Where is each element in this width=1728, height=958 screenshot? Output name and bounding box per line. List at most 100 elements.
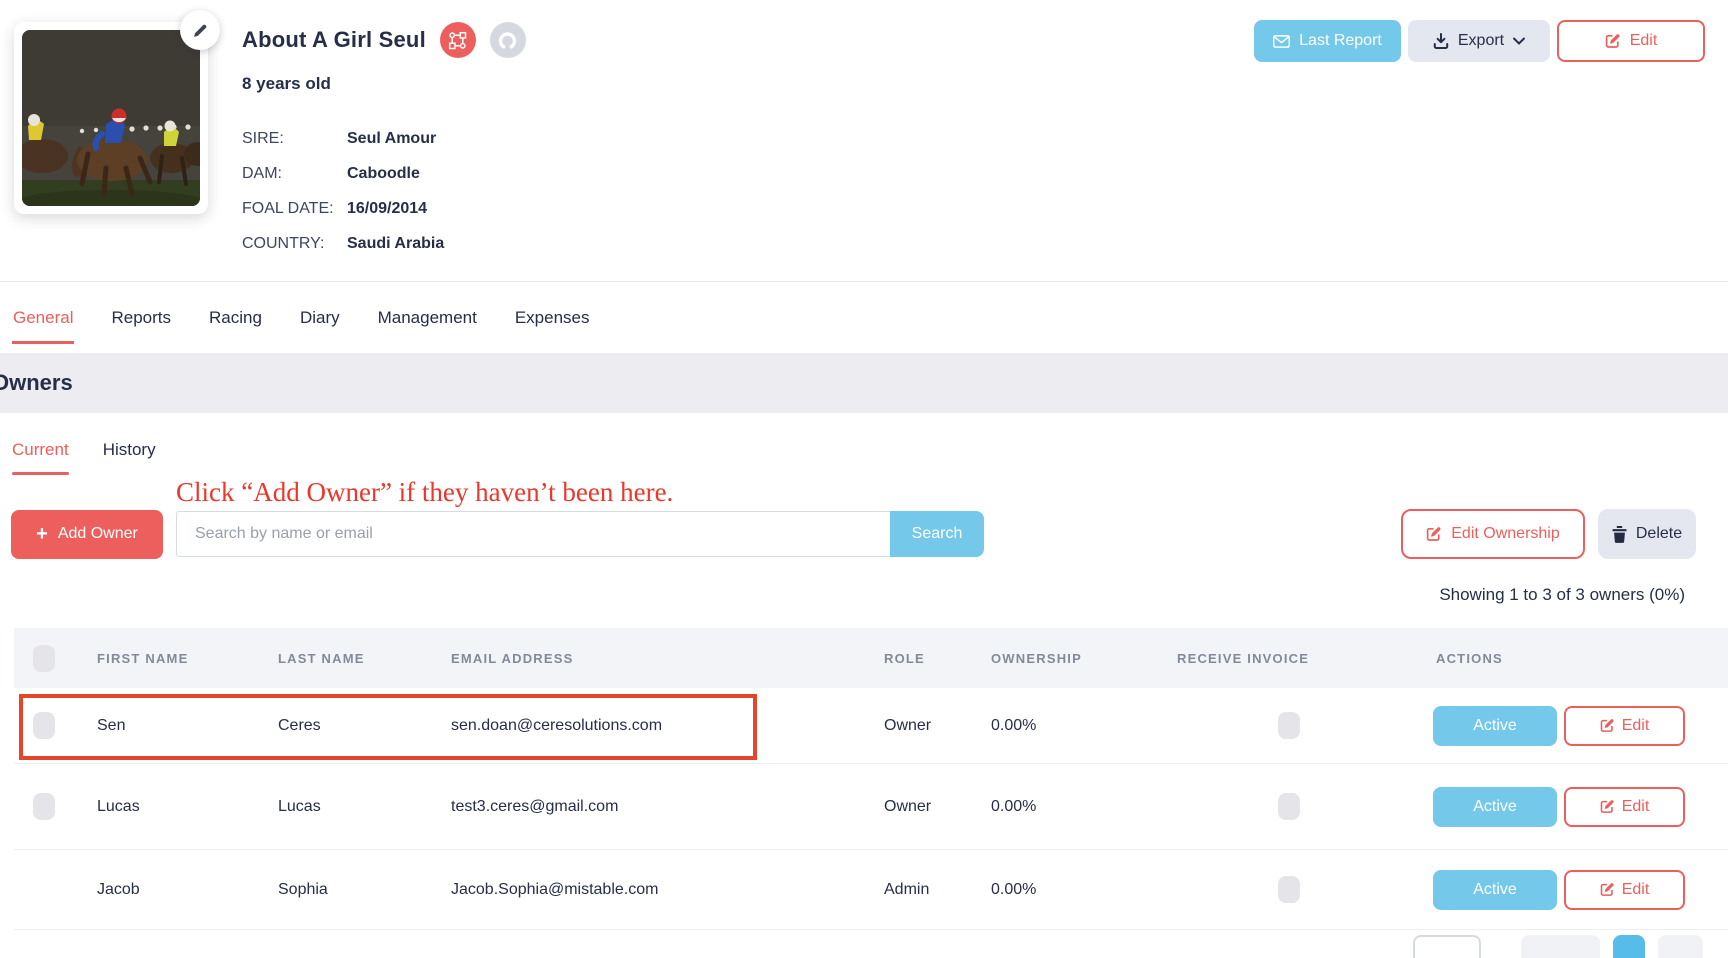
cell-first-name: Jacob: [97, 880, 140, 898]
edit-icon: [1600, 719, 1614, 732]
pencil-icon: [193, 24, 206, 37]
trash-icon: [1612, 525, 1627, 543]
pedigree-icon[interactable]: [439, 22, 476, 58]
detail-value-foal-date: 16/09/2014: [347, 199, 428, 217]
column-ownership: OWNERSHIP: [991, 650, 1082, 666]
detail-label-country: COUNTRY:: [242, 234, 325, 252]
column-last-name: LAST NAME: [278, 650, 365, 666]
cell-role: Owner: [884, 797, 932, 815]
last-report-button[interactable]: Last Report: [1254, 20, 1401, 62]
owners-table-header: FIRST NAME LAST NAME EMAIL ADDRESS ROLE …: [14, 628, 1728, 688]
horse-name: About A Girl Seul: [242, 27, 426, 52]
column-receive-invoice: RECEIVE INVOICE: [1177, 650, 1310, 666]
row-checkbox[interactable]: [33, 793, 55, 820]
owner-search-input[interactable]: [176, 511, 890, 557]
tab-reports[interactable]: Reports: [110, 294, 172, 342]
pagination-prev-button[interactable]: [1413, 935, 1481, 958]
edit-horse-button[interactable]: Edit: [1557, 20, 1705, 62]
owners-toolbar: + Add Owner Search Edit Ownership: [0, 509, 1728, 559]
receive-invoice-checkbox[interactable]: [1278, 876, 1300, 903]
detail-value-dam: Caboodle: [347, 164, 420, 182]
toolbar-right-actions: Edit Ownership Delete: [1401, 509, 1696, 559]
row-edit-button[interactable]: Edit: [1564, 786, 1685, 827]
horse-info: About A Girl Seul 8 years old SIRE: Seul…: [242, 22, 526, 261]
tab-diary[interactable]: Diary: [299, 294, 341, 342]
chevron-down-icon: [1513, 37, 1526, 45]
pagination: [0, 935, 1728, 958]
owners-section-title: Owners: [0, 370, 73, 395]
detail-label-foal-date: FOAL DATE:: [242, 199, 334, 217]
row-checkbox[interactable]: [33, 712, 55, 739]
download-icon: [1433, 33, 1449, 49]
main-tabbar: General Reports Racing Diary Management …: [0, 281, 1728, 353]
horse-age: 8 years old: [242, 74, 331, 93]
row-edit-button[interactable]: Edit: [1564, 869, 1685, 910]
horse-header: About A Girl Seul 8 years old SIRE: Seul…: [0, 0, 1728, 281]
column-email: EMAIL ADDRESS: [451, 650, 574, 666]
edit-icon: [1600, 800, 1614, 813]
add-owner-button[interactable]: + Add Owner: [11, 509, 163, 559]
status-active-button[interactable]: Active: [1433, 705, 1557, 746]
table-row-lucas-lucas: Lucas Lucas test3.ceres@gmail.com Owner …: [14, 764, 1728, 850]
delete-button[interactable]: Delete: [1598, 509, 1696, 559]
subtab-current[interactable]: Current: [12, 440, 69, 483]
horse-photo: [22, 30, 200, 206]
cell-last-name: Lucas: [278, 797, 321, 815]
annotation-note: Click “Add Owner” if they haven’t been h…: [176, 477, 674, 507]
envelope-icon: [1273, 34, 1291, 48]
cell-first-name: Lucas: [97, 797, 140, 815]
status-active-button[interactable]: Active: [1433, 786, 1557, 827]
column-role: ROLE: [884, 650, 925, 666]
photo-edit-button[interactable]: [180, 10, 220, 50]
showing-count-text: Showing 1 to 3 of 3 owners (0%): [1439, 585, 1685, 604]
edit-icon: [1605, 34, 1620, 48]
column-first-name: FIRST NAME: [97, 650, 189, 666]
select-all-checkbox[interactable]: [33, 644, 55, 672]
plus-icon: +: [36, 523, 48, 545]
tab-racing[interactable]: Racing: [208, 294, 263, 342]
cell-email: sen.doan@ceresolutions.com: [451, 716, 663, 734]
edit-icon: [1427, 527, 1441, 541]
cell-first-name: Sen: [97, 716, 126, 734]
cell-ownership: 0.00%: [991, 797, 1037, 815]
tab-management[interactable]: Management: [377, 294, 478, 342]
search-button[interactable]: Search: [890, 511, 984, 557]
status-active-button[interactable]: Active: [1433, 869, 1557, 910]
edit-icon: [1600, 883, 1614, 896]
cell-ownership: 0.00%: [991, 716, 1037, 734]
receive-invoice-checkbox[interactable]: [1278, 712, 1300, 739]
receive-invoice-checkbox[interactable]: [1278, 793, 1300, 820]
cell-email: test3.ceres@gmail.com: [451, 797, 619, 815]
row-edit-button[interactable]: Edit: [1564, 705, 1685, 746]
pagination-button[interactable]: [1521, 935, 1600, 958]
pagination-current-page-button[interactable]: [1613, 935, 1645, 958]
cell-role: Admin: [884, 880, 930, 898]
owner-search-group: Search: [176, 511, 984, 557]
export-button[interactable]: Export: [1408, 20, 1550, 62]
horseshoe-icon: [489, 22, 526, 58]
detail-value-sire: Seul Amour: [347, 129, 437, 147]
cell-last-name: Ceres: [278, 716, 321, 734]
subtab-history[interactable]: History: [103, 440, 156, 483]
horse-details: SIRE: Seul Amour DAM: Caboodle FOAL DATE: 1…: [242, 121, 526, 261]
detail-label-dam: DAM:: [242, 164, 282, 182]
column-actions: ACTIONS: [1436, 650, 1503, 666]
owners-section-band: Owners: [0, 353, 1728, 413]
table-row-jacob-sophia: Jacob Sophia Jacob.Sophia@mistable.com A…: [14, 850, 1728, 930]
owners-subtabs: Current History: [0, 413, 1728, 483]
table-row-sen-ceres: Sen Ceres sen.doan@ceresolutions.com Own…: [14, 688, 1728, 764]
cell-email: Jacob.Sophia@mistable.com: [451, 880, 659, 898]
cell-last-name: Sophia: [278, 880, 328, 898]
owners-table: FIRST NAME LAST NAME EMAIL ADDRESS ROLE …: [14, 628, 1728, 930]
detail-value-country: Saudi Arabia: [347, 234, 445, 252]
horse-photo-card: [14, 10, 220, 214]
edit-ownership-button[interactable]: Edit Ownership: [1401, 509, 1585, 559]
tab-expenses[interactable]: Expenses: [514, 294, 591, 342]
horse-profile-page: About A Girl Seul 8 years old SIRE: Seul…: [0, 0, 1728, 958]
header-actions: Last Report Export Edit: [1254, 20, 1705, 62]
cell-ownership: 0.00%: [991, 880, 1037, 898]
tab-general[interactable]: General: [12, 294, 75, 344]
pagination-button[interactable]: [1658, 935, 1703, 958]
detail-label-sire: SIRE:: [242, 129, 284, 147]
cell-role: Owner: [884, 716, 932, 734]
